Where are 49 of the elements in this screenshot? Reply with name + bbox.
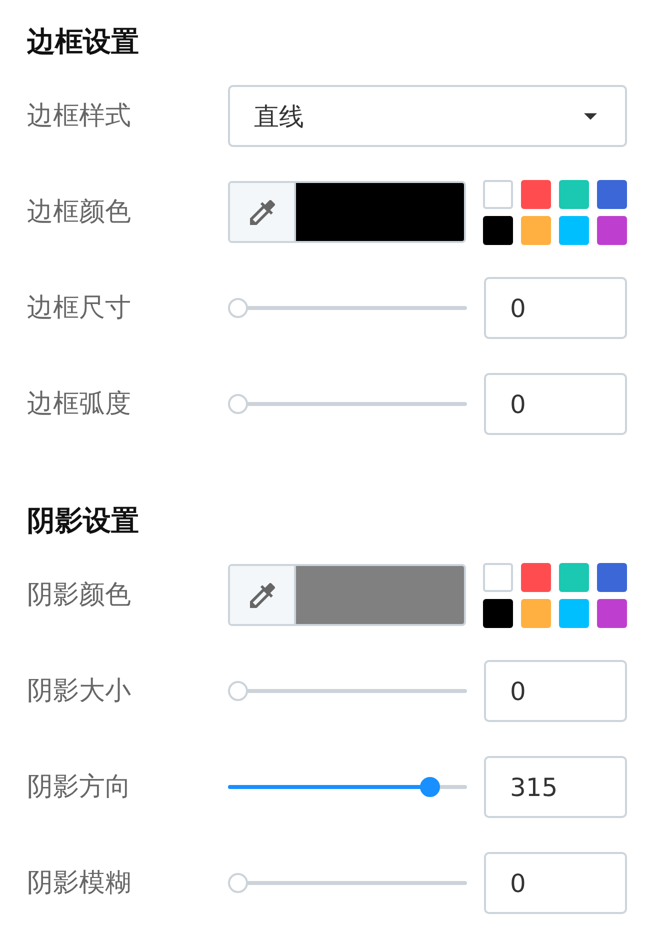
swatch-icon[interactable] bbox=[597, 216, 627, 244]
swatch-icon[interactable] bbox=[521, 562, 551, 592]
swatch-icon[interactable] bbox=[597, 180, 627, 208]
slider-thumb[interactable] bbox=[420, 777, 440, 797]
field-label: 阴影方向 bbox=[27, 771, 131, 804]
swatch-icon[interactable] bbox=[521, 598, 551, 628]
swatch-icon[interactable] bbox=[521, 180, 551, 208]
slider[interactable] bbox=[228, 298, 467, 318]
swatch-icon[interactable] bbox=[559, 598, 589, 628]
field-label: 阴影大小 bbox=[27, 675, 131, 708]
field-label: 边框弧度 bbox=[27, 388, 131, 421]
swatch-icon[interactable] bbox=[559, 562, 589, 592]
swatch-icon[interactable] bbox=[597, 598, 627, 628]
color-field[interactable] bbox=[228, 181, 466, 243]
swatch-icon[interactable] bbox=[559, 216, 589, 244]
slider[interactable] bbox=[228, 681, 467, 701]
swatch-icon[interactable] bbox=[483, 598, 513, 628]
slider[interactable] bbox=[228, 873, 467, 893]
number-input[interactable]: 0 bbox=[484, 660, 627, 722]
caret-icon bbox=[584, 112, 597, 120]
slider[interactable] bbox=[228, 394, 467, 414]
swatch-icon[interactable] bbox=[483, 562, 513, 592]
field-label: 边框颜色 bbox=[27, 196, 131, 229]
eyedropper-button[interactable] bbox=[230, 566, 296, 624]
swatch-icon[interactable] bbox=[521, 216, 551, 244]
color-field[interactable] bbox=[228, 564, 466, 626]
field-label: 阴影颜色 bbox=[27, 579, 131, 612]
field-label: 边框尺寸 bbox=[27, 292, 131, 325]
swatch-icon[interactable] bbox=[597, 562, 627, 592]
field-label: 边框样式 bbox=[27, 100, 131, 133]
number-input[interactable]: 0 bbox=[484, 277, 627, 339]
number-input[interactable]: 315 bbox=[484, 756, 627, 818]
eyedropper-icon bbox=[250, 582, 274, 608]
field-label: 阴影模糊 bbox=[27, 867, 131, 900]
number-input[interactable]: 0 bbox=[484, 852, 627, 914]
slider-thumb[interactable] bbox=[228, 394, 248, 414]
swatch-icon[interactable] bbox=[559, 180, 589, 208]
swatch-icon[interactable] bbox=[483, 180, 513, 208]
slider-thumb[interactable] bbox=[228, 298, 248, 318]
swatch-icon[interactable] bbox=[483, 216, 513, 244]
number-input[interactable]: 0 bbox=[484, 373, 627, 435]
dropdown[interactable]: 直线 bbox=[228, 85, 627, 147]
slider[interactable] bbox=[228, 777, 467, 797]
section-title: 边框设置 bbox=[27, 24, 139, 60]
slider-thumb[interactable] bbox=[228, 873, 248, 893]
slider-thumb[interactable] bbox=[228, 681, 248, 701]
eyedropper-icon bbox=[250, 200, 274, 224]
section-title: 阴影设置 bbox=[27, 503, 139, 539]
eyedropper-button[interactable] bbox=[230, 183, 296, 241]
